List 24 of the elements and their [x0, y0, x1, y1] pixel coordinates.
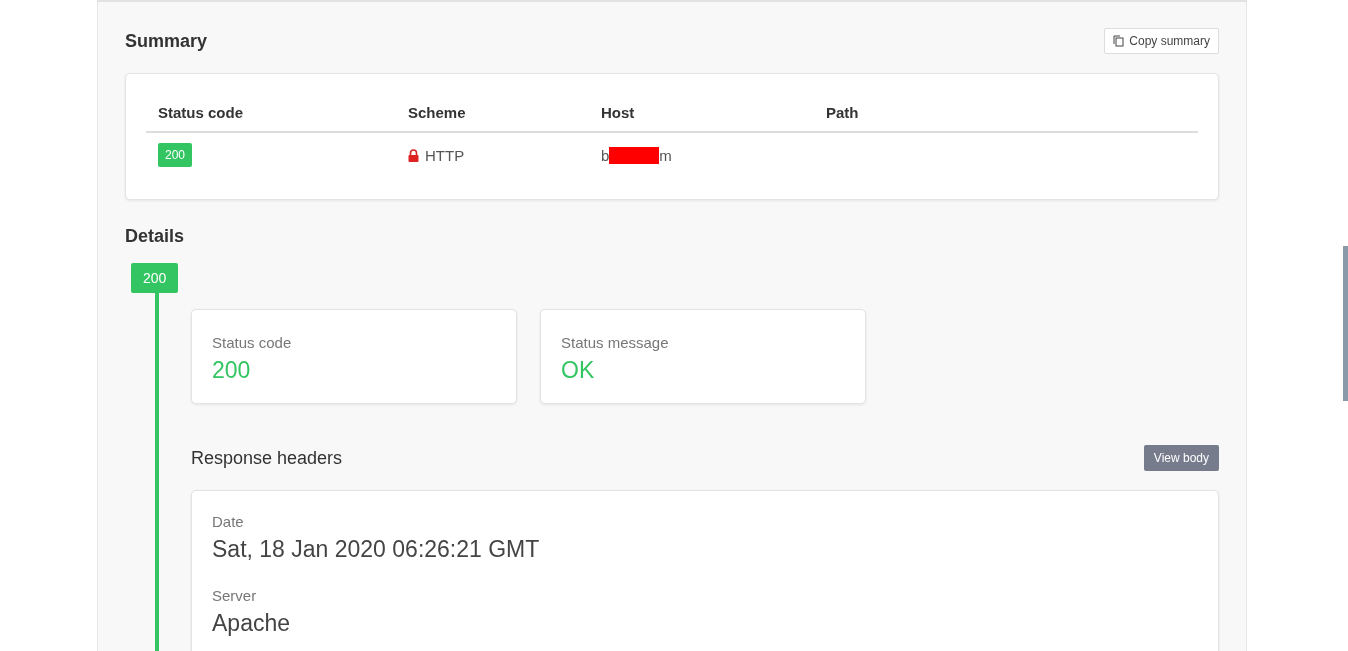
copy-summary-button[interactable]: Copy summary — [1104, 28, 1219, 54]
header-value: Sat, 18 Jan 2020 06:26:21 GMT — [212, 536, 541, 563]
host-text: m — [659, 146, 672, 164]
status-badge: 200 — [131, 263, 179, 293]
stat-value: 200 — [212, 357, 252, 384]
scrollbar-thumb[interactable] — [1343, 246, 1348, 401]
copy-icon — [1113, 35, 1125, 47]
header-name: Date — [212, 513, 245, 530]
header-name: Server — [212, 587, 258, 604]
host-text: b — [601, 146, 610, 164]
column-header: Scheme — [396, 94, 589, 133]
stat-label: Status message — [561, 334, 670, 351]
status-badge: 200 — [158, 143, 193, 167]
section-title: Summary — [125, 30, 208, 52]
column-header: Host — [589, 94, 814, 133]
stat-label: Status code — [212, 334, 293, 351]
header-value: Apache — [212, 610, 291, 637]
section-title: Response headers — [191, 447, 343, 469]
column-header: Status code — [146, 94, 396, 133]
column-header: Path — [814, 94, 1198, 133]
stat-value: OK — [561, 357, 596, 384]
section-title: Details — [125, 226, 186, 247]
scheme-text: HTTP — [425, 146, 465, 164]
view-body-button[interactable]: View body — [1143, 445, 1219, 471]
